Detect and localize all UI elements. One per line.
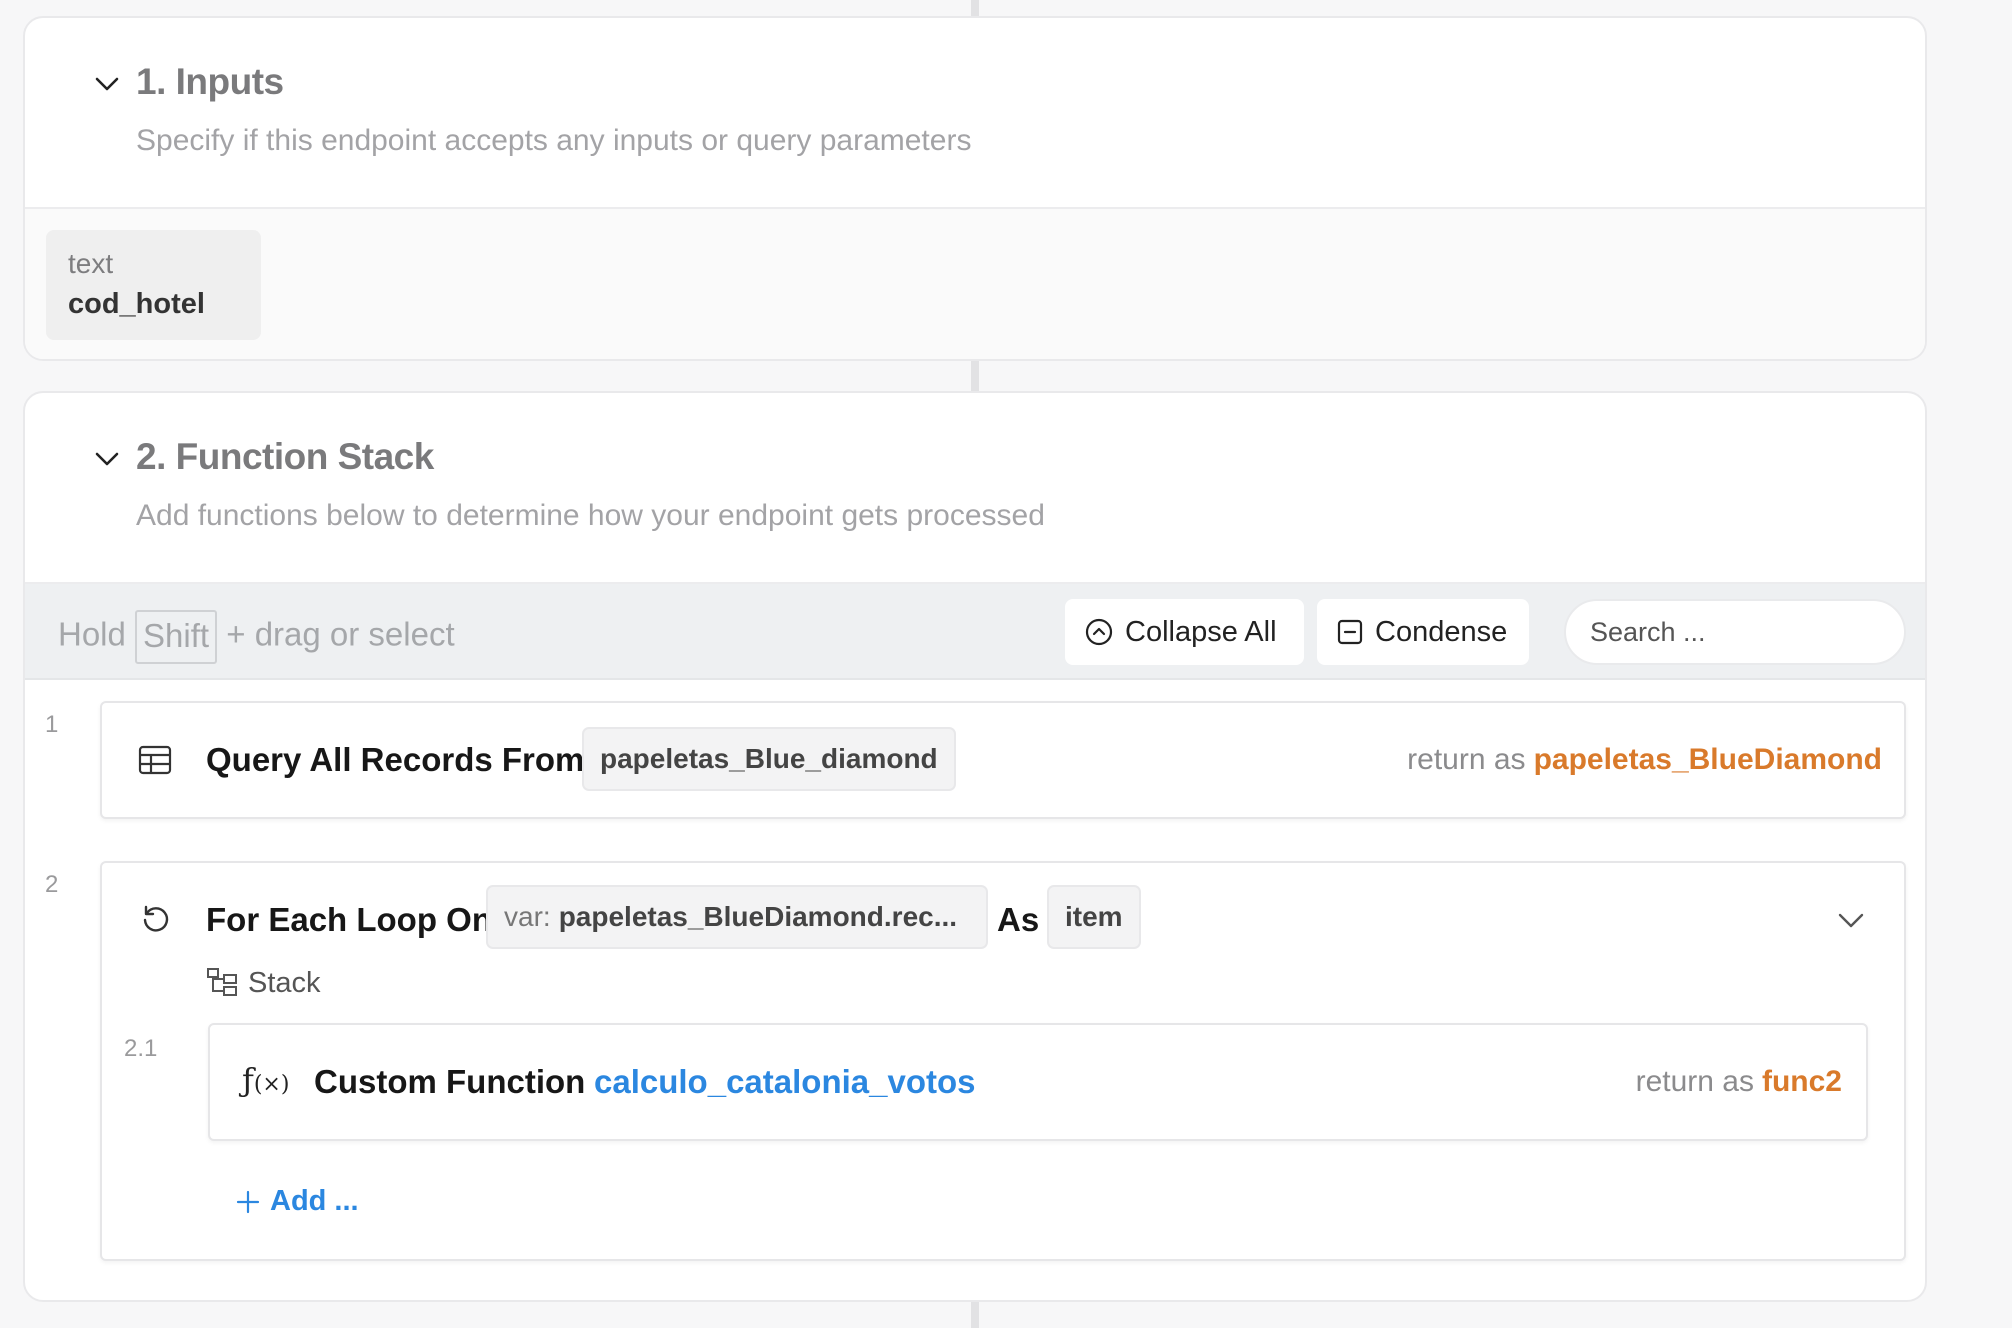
var-prefix: var: — [504, 901, 551, 932]
connector-line — [971, 360, 979, 392]
collapse-all-label: Collapse All — [1125, 615, 1277, 648]
table-name-pill[interactable]: papeletas_Blue_diamond — [582, 727, 956, 791]
stack-tree-icon — [207, 968, 237, 996]
return-prefix: return as — [1635, 1065, 1754, 1098]
stack-toolbar: Hold Shift + drag or select Collapse All… — [25, 584, 1925, 680]
as-value: item — [1065, 901, 1123, 932]
chevron-down-icon[interactable] — [93, 445, 121, 473]
input-chip-cod-hotel[interactable]: text cod_hotel — [46, 230, 261, 340]
loop-icon — [143, 905, 169, 932]
inputs-header[interactable]: 1. Inputs Specify if this endpoint accep… — [25, 18, 1925, 209]
step-for-each-loop[interactable]: For Each Loop On var: papeletas_BlueDiam… — [100, 861, 1906, 1261]
inputs-card: 1. Inputs Specify if this endpoint accep… — [23, 16, 1927, 361]
add-function-button[interactable]: Add ... — [236, 1185, 359, 1218]
step-query-all-records[interactable]: Query All Records From papeletas_Blue_di… — [100, 701, 1906, 819]
collapse-all-button[interactable]: Collapse All — [1065, 599, 1304, 665]
return-as: return as papeletas_BlueDiamond — [1407, 743, 1882, 777]
hint-suffix: + drag or select — [226, 615, 455, 653]
input-name: cod_hotel — [68, 288, 205, 320]
condense-label: Condense — [1375, 615, 1508, 648]
inputs-title: 1. Inputs — [136, 61, 284, 102]
shift-key: Shift — [135, 610, 218, 664]
chevron-down-icon[interactable] — [1836, 905, 1866, 935]
step-label: Query All Records From — [206, 741, 585, 778]
selection-hint: Hold Shift + drag or select — [58, 610, 455, 664]
var-value: papeletas_BlueDiamond.rec... — [558, 901, 958, 932]
loop-var-pill[interactable]: var: papeletas_BlueDiamond.rec... — [486, 885, 988, 949]
input-type: text — [68, 248, 114, 279]
return-variable[interactable]: papeletas_BlueDiamond — [1534, 743, 1882, 776]
return-variable[interactable]: func2 — [1762, 1065, 1842, 1098]
inputs-body: text cod_hotel — [25, 209, 1925, 359]
step-number: 1 — [45, 711, 59, 738]
connector-line — [971, 1302, 979, 1328]
function-name-link[interactable]: calculo_catalonia_votos — [594, 1063, 975, 1101]
step-number: 2 — [45, 871, 59, 898]
function-stack-card: 2. Function Stack Add functions below to… — [23, 391, 1927, 1302]
hint-prefix: Hold — [58, 615, 126, 653]
table-name: papeletas_Blue_diamond — [600, 743, 938, 774]
add-label: Add ... — [270, 1185, 359, 1217]
child-step-number: 2.1 — [124, 1035, 158, 1062]
step-custom-function[interactable]: ƒ(×) Custom Function calculo_catalonia_v… — [208, 1023, 1868, 1141]
stack-search-input[interactable] — [1564, 599, 1906, 665]
table-icon — [138, 745, 172, 775]
function-icon: ƒ(×) — [242, 1061, 290, 1099]
condense-square-icon — [1337, 619, 1363, 645]
function-stack-header[interactable]: 2. Function Stack Add functions below to… — [25, 393, 1925, 584]
plus-icon — [236, 1190, 260, 1213]
inputs-subtitle: Specify if this endpoint accepts any inp… — [136, 124, 972, 157]
step-label: For Each Loop On — [206, 901, 492, 938]
chevron-down-icon[interactable] — [93, 70, 121, 98]
as-value-pill[interactable]: item — [1047, 885, 1141, 949]
return-as: return as func2 — [1636, 1065, 1842, 1099]
return-prefix: return as — [1407, 743, 1526, 776]
condense-button[interactable]: Condense — [1317, 599, 1529, 665]
function-stack-title: 2. Function Stack — [136, 436, 434, 477]
step-label: Custom Function — [314, 1063, 586, 1100]
function-stack-subtitle: Add functions below to determine how you… — [136, 499, 1045, 532]
as-label: As — [997, 901, 1040, 938]
stack-label: Stack — [248, 967, 321, 999]
collapse-circle-icon — [1085, 618, 1113, 646]
